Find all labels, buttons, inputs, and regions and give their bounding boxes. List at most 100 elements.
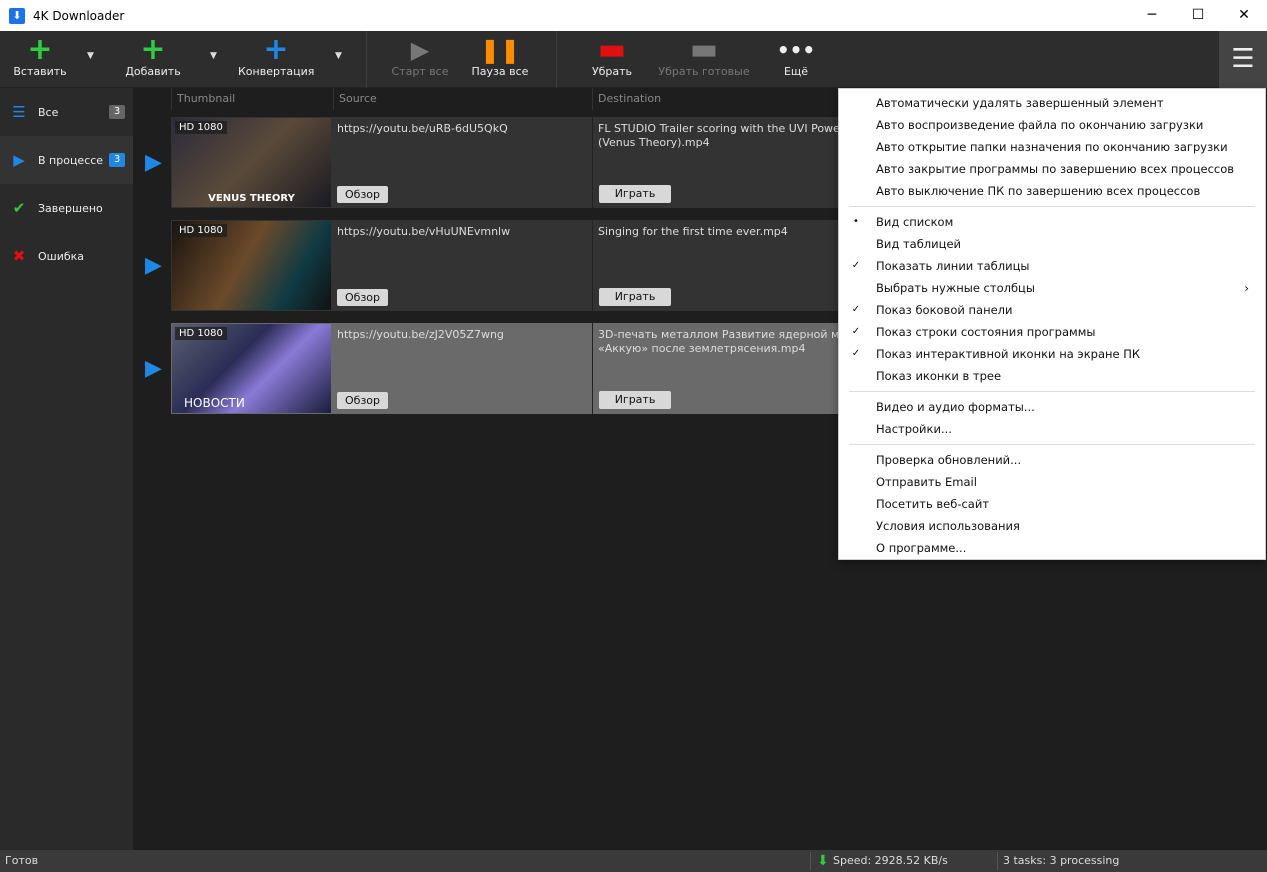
browse-button[interactable]: Обзор (337, 392, 389, 409)
menu-item-show-sidebar[interactable]: ✓ Показ боковой панели (839, 299, 1265, 321)
sidebar-item-in-progress[interactable]: ▶ В процессе 3 (0, 136, 133, 184)
menu-label: О программе... (876, 541, 967, 555)
remove-button[interactable]: ▬ Убрать (588, 31, 636, 88)
menu-item-show-desktop-icon[interactable]: ✓ Показ интерактивной иконки на экране ПК (839, 343, 1265, 365)
menu-label: Показать линии таблицы (876, 259, 1030, 273)
app-logo-icon: ⬇ (9, 7, 25, 24)
remove-done-button[interactable]: ▬ Убрать готовые (656, 31, 752, 88)
play-button[interactable]: Играть (599, 391, 671, 409)
menu-label: Показ иконки в трее (876, 369, 1002, 383)
more-label: Ещё (783, 65, 809, 78)
menu-item-settings[interactable]: Настройки... (839, 418, 1265, 440)
convert-dropdown-icon[interactable]: ▼ (335, 51, 342, 61)
thumbnail-caption: VENUS THEORY (208, 193, 295, 204)
menu-item-auto-open-folder[interactable]: Авто открытие папки назначения по оконча… (839, 136, 1265, 158)
source-url: https://youtu.be/vHuUNEvmnlw (337, 225, 511, 238)
maximize-button[interactable]: ☐ (1175, 0, 1221, 31)
quality-badge: HD 1080 (175, 327, 227, 340)
play-icon: ▶ (145, 356, 162, 381)
menu-item-list-view[interactable]: • Вид списком (839, 211, 1265, 233)
menu-item-auto-shutdown[interactable]: Авто выключение ПК по завершению всех пр… (839, 180, 1265, 202)
menu-label: Показ интерактивной иконки на экране ПК (876, 347, 1141, 361)
remove-done-label: Убрать готовые (658, 65, 750, 78)
close-button[interactable]: ✕ (1221, 0, 1267, 31)
window-title: 4K Downloader (33, 8, 125, 23)
list-icon: ☰ (12, 103, 26, 121)
status-text: Готов (5, 854, 39, 867)
menu-item-auto-play[interactable]: Авто воспроизведение файла по окончанию … (839, 114, 1265, 136)
play-button[interactable]: Играть (599, 185, 671, 203)
sidebar-label: Все (38, 105, 59, 119)
sidebar-item-completed[interactable]: ✔ Завершено (0, 184, 133, 232)
more-dots-icon: ••• (776, 38, 816, 62)
column-header-thumbnail[interactable]: Thumbnail (171, 88, 333, 110)
menu-item-about[interactable]: О программе... (839, 537, 1265, 559)
minus-icon: ▬ (689, 32, 719, 67)
menu-item-show-tray-icon[interactable]: Показ иконки в трее (839, 365, 1265, 387)
hamburger-menu-button[interactable]: ☰ (1219, 31, 1267, 88)
source-cell: https://youtu.be/vHuUNEvmnlw Обзор (333, 220, 591, 311)
convert-button[interactable]: + Конвертация (238, 31, 314, 88)
menu-item-send-email[interactable]: Отправить Email (839, 471, 1265, 493)
play-icon: ▶ (145, 150, 162, 175)
paste-label: Вставить (13, 65, 67, 78)
menu-separator (849, 444, 1255, 445)
thumbnail: HD 1080 (172, 221, 331, 310)
menu-item-auto-remove[interactable]: Автоматически удалять завершенный элемен… (839, 92, 1265, 114)
remove-label: Убрать (591, 65, 633, 78)
menu-label: Отправить Email (876, 475, 977, 489)
radio-dot-icon: • (853, 216, 859, 227)
menu-separator (849, 391, 1255, 392)
add-button[interactable]: + Добавить (120, 31, 186, 88)
menu-item-check-updates[interactable]: Проверка обновлений... (839, 449, 1265, 471)
menu-item-show-status-bar[interactable]: ✓ Показ строки состояния программы (839, 321, 1265, 343)
menu-label: Авто воспроизведение файла по окончанию … (876, 118, 1204, 132)
browse-button[interactable]: Обзор (337, 186, 389, 203)
menu-label: Вид таблицей (876, 237, 962, 251)
menu-label: Показ строки состояния программы (876, 325, 1096, 339)
column-header-source[interactable]: Source (333, 88, 592, 110)
check-icon: ✓ (851, 348, 861, 359)
menu-item-visit-website[interactable]: Посетить веб-сайт (839, 493, 1265, 515)
menu-item-formats[interactable]: Видео и аудио форматы... (839, 396, 1265, 418)
chevron-right-icon: › (1244, 281, 1249, 295)
menu-item-table-view[interactable]: Вид таблицей (839, 233, 1265, 255)
menu-item-choose-columns[interactable]: Выбрать нужные столбцы › (839, 277, 1265, 299)
thumbnail-caption: НОВОСТИ (184, 396, 245, 410)
table-row[interactable]: HD 1080 НОВОСТИ https://youtu.be/zJ2V05Z7… (171, 323, 931, 414)
sidebar-item-all[interactable]: ☰ Все 3 (0, 88, 133, 136)
play-button[interactable]: Играть (599, 288, 671, 306)
start-all-button[interactable]: ▶ Старт все (388, 31, 452, 88)
table-row[interactable]: HD 1080 https://youtu.be/vHuUNEvmnlw Обзо… (171, 220, 931, 311)
sidebar-label: Ошибка (38, 249, 85, 263)
play-icon: ▶ (13, 151, 25, 169)
download-arrow-icon: ⬇ (817, 853, 829, 869)
table-row[interactable]: HD 1080 VENUS THEORY https://youtu.be/uRB… (171, 117, 931, 208)
menu-item-auto-close[interactable]: Авто закрытие программы по завершению вс… (839, 158, 1265, 180)
paste-button[interactable]: + Вставить (8, 31, 72, 88)
paste-dropdown-icon[interactable]: ▼ (87, 51, 94, 61)
menu-label: Авто выключение ПК по завершению всех пр… (876, 184, 1201, 198)
menu-label: Авто открытие папки назначения по оконча… (876, 140, 1228, 154)
add-dropdown-icon[interactable]: ▼ (210, 51, 217, 61)
check-icon: ✓ (851, 326, 861, 337)
sidebar-item-error[interactable]: ✖ Ошибка (0, 232, 133, 280)
minus-icon: ▬ (597, 32, 627, 67)
menu-item-show-grid-lines[interactable]: ✓ Показать линии таблицы (839, 255, 1265, 277)
convert-label: Конвертация (238, 65, 315, 78)
menu-label: Вид списком (876, 215, 954, 229)
title-bar: ⬇ 4K Downloader ─ ☐ ✕ (0, 0, 1267, 31)
menu-label: Авто закрытие программы по завершению вс… (876, 162, 1235, 176)
thumbnail: HD 1080 НОВОСТИ (172, 324, 331, 413)
menu-label: Видео и аудио форматы... (876, 400, 1035, 414)
menu-item-terms[interactable]: Условия использования (839, 515, 1265, 537)
sidebar-label: Завершено (38, 201, 103, 215)
source-url: https://youtu.be/zJ2V05Z7wng (337, 328, 504, 341)
menu-label: Посетить веб-сайт (876, 497, 990, 511)
more-button[interactable]: ••• Ещё (772, 31, 820, 88)
browse-button[interactable]: Обзор (337, 289, 389, 306)
status-bar: Готов ⬇ Speed: 2928.52 KB/s 3 tasks: 3 p… (0, 850, 1267, 872)
pause-all-button[interactable]: ❚❚ Пауза все (470, 31, 530, 88)
minimize-button[interactable]: ─ (1129, 0, 1175, 31)
sidebar-label: В процессе (38, 153, 104, 167)
